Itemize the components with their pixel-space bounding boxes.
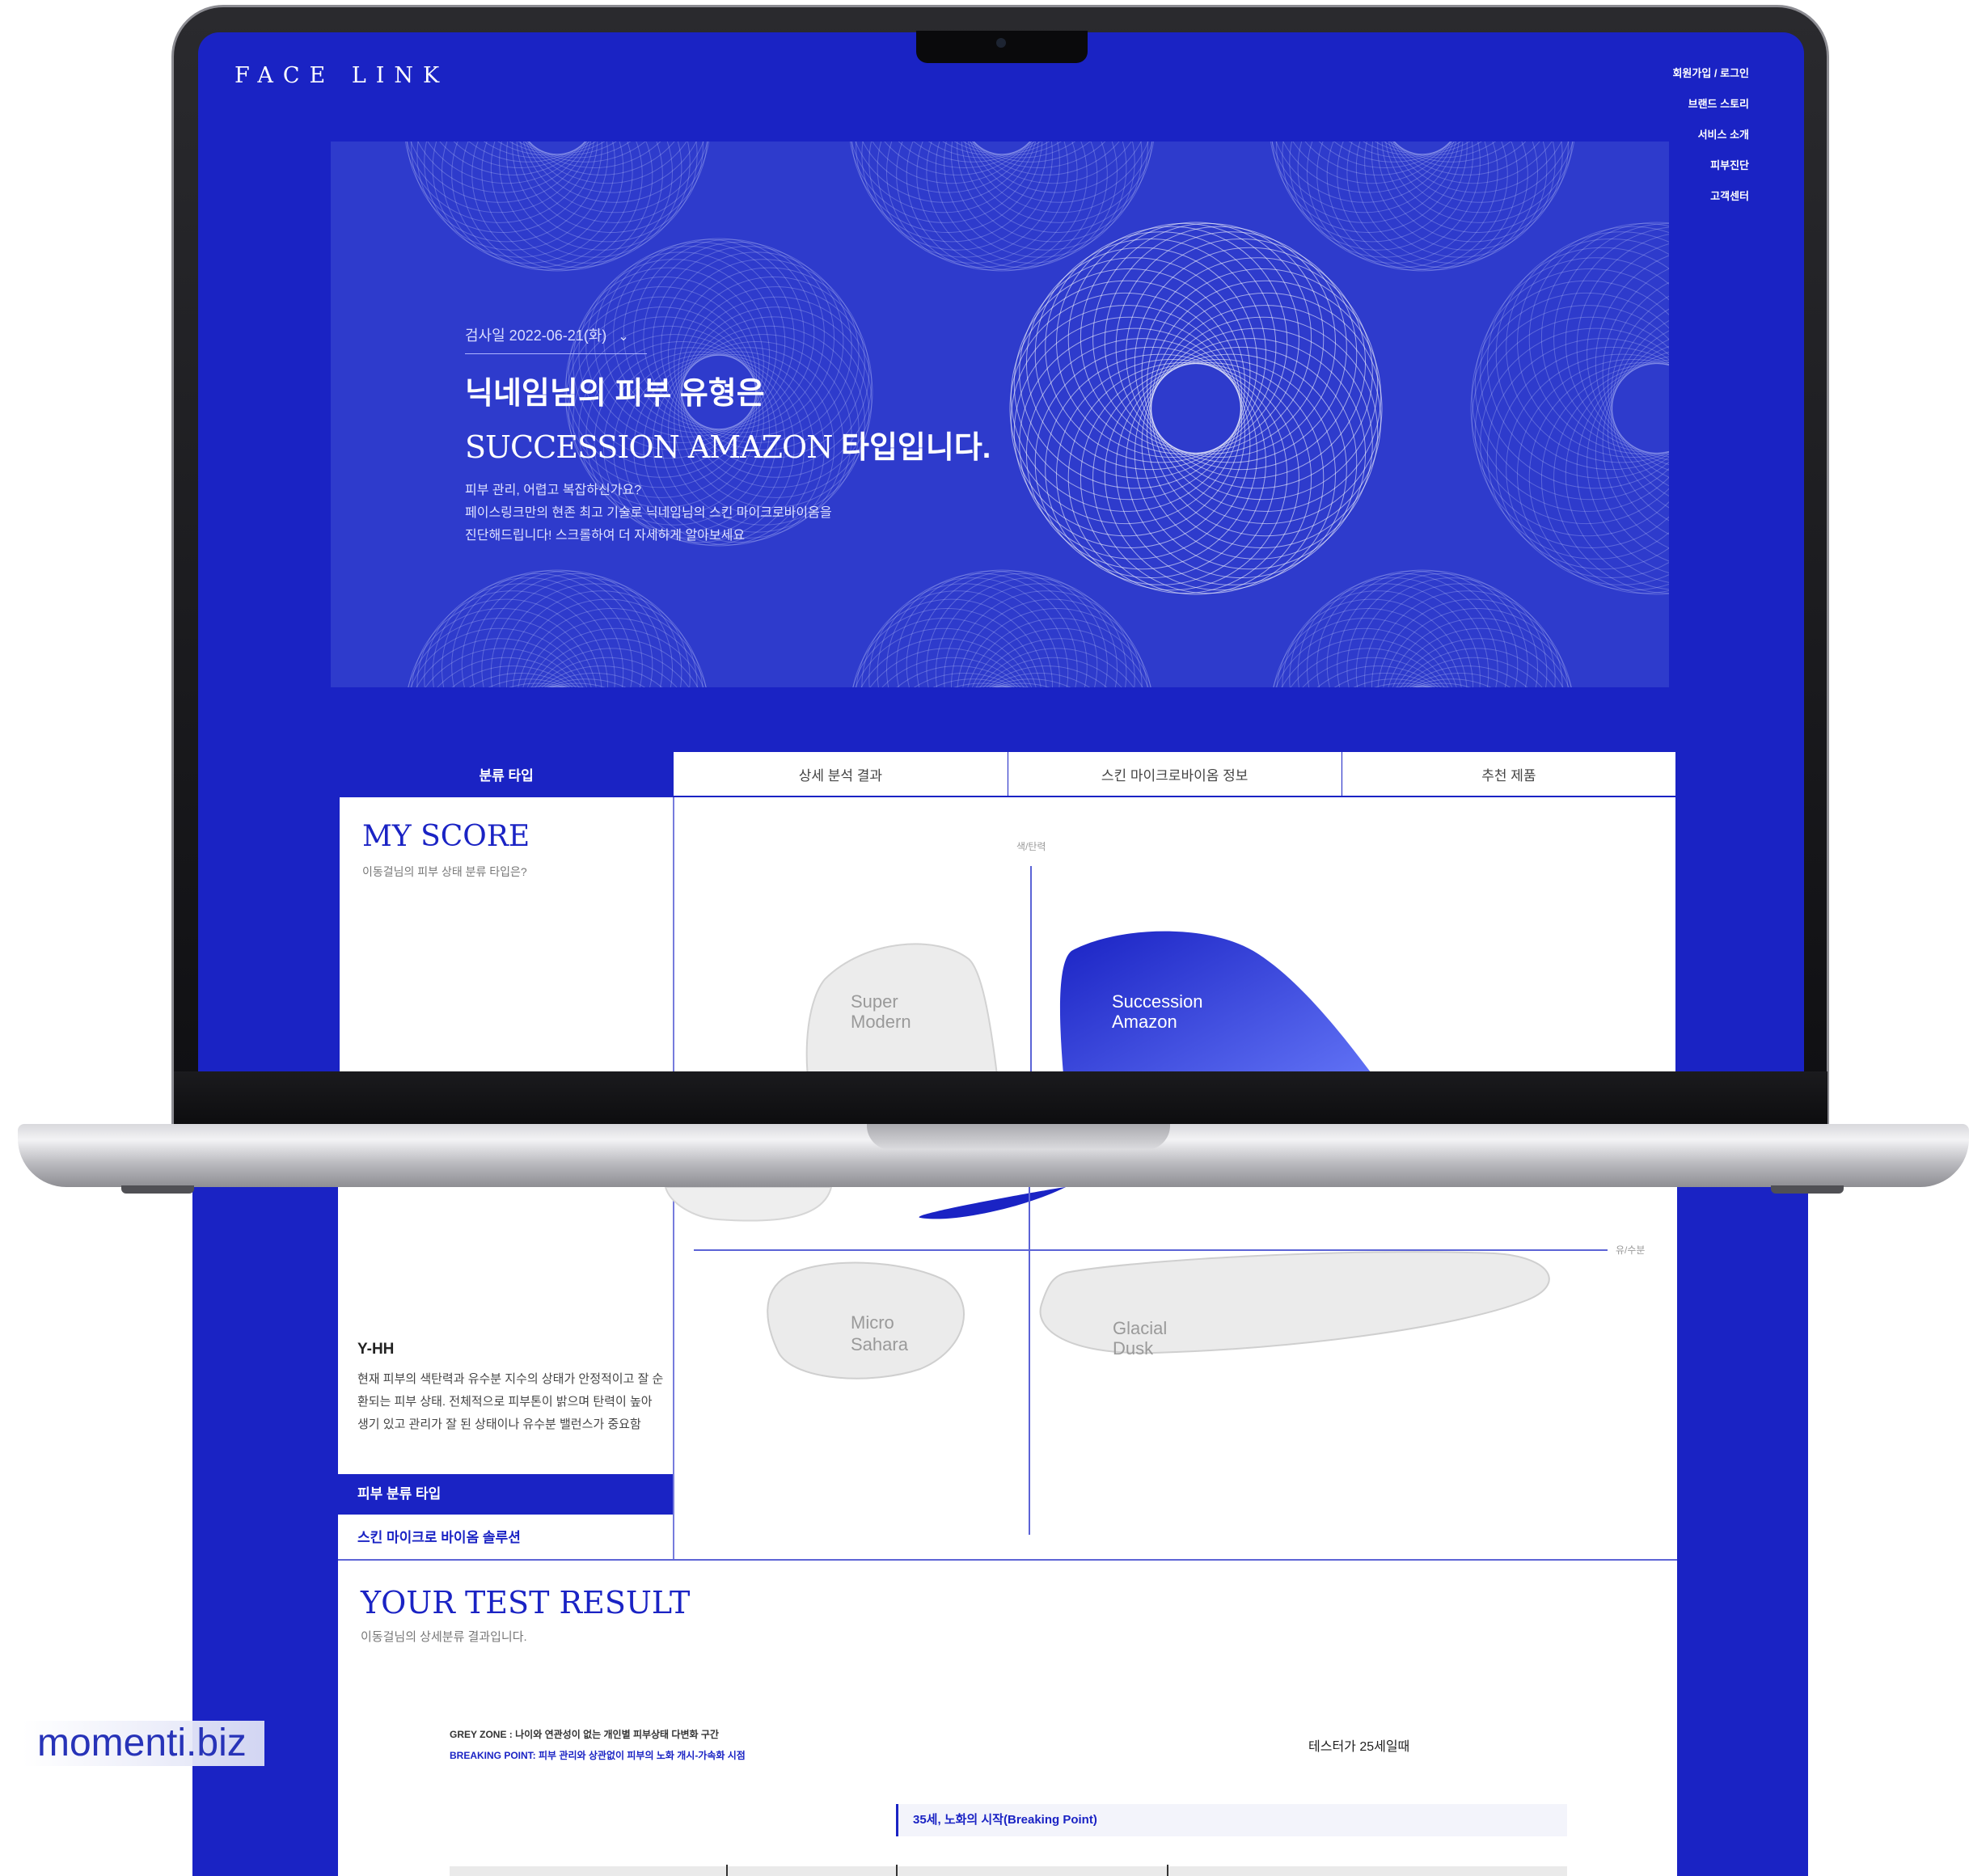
side-menu-skin-type[interactable]: 피부 분류 타입 xyxy=(338,1474,673,1515)
timeline-tick xyxy=(726,1865,728,1876)
super-modern-blob-bottom xyxy=(664,1187,833,1222)
tab-bar: 분류 타입 상세 분석 결과 스킨 마이크로바이옴 정보 추천 제품 xyxy=(338,750,1677,797)
tab-detailed-analysis[interactable]: 상세 분석 결과 xyxy=(674,752,1008,796)
chevron-down-icon: ⌄ xyxy=(618,330,629,344)
spirograph-ring xyxy=(1273,569,1572,687)
timeline-tick xyxy=(1167,1865,1168,1876)
top-navigation: 회원가입 / 로그인 브랜드 스토리 서비스 소개 피부진단 고객센터 xyxy=(1672,65,1749,218)
spirograph-ring xyxy=(1270,142,1575,272)
x-axis-label: 유/수분 xyxy=(1616,1244,1645,1256)
age-timeline-bar xyxy=(450,1866,1567,1876)
spirograph-ring xyxy=(1470,222,1669,595)
spirograph-ring xyxy=(408,569,707,687)
laptop-foot xyxy=(121,1185,194,1194)
nav-customer-center[interactable]: 고객센터 xyxy=(1672,188,1749,203)
score-area: MY SCORE 이동걸님의 피부 상태 분류 타입은? 색/탄력 Super M… xyxy=(338,797,1677,1071)
section-divider xyxy=(338,1559,1677,1561)
watermark: momenti.biz xyxy=(23,1721,264,1766)
tab-recommended-products[interactable]: 추천 제품 xyxy=(1342,752,1675,796)
stage: 유/수분 Micro Sahara Glacial Dusk Y-HH 현재 피부의… xyxy=(0,0,1969,1876)
laptop-base xyxy=(18,1124,1969,1187)
timeline-tick xyxy=(896,1865,898,1876)
spirograph-ring xyxy=(1009,222,1383,595)
camera-notch xyxy=(916,31,1088,63)
nav-signup-login[interactable]: 회원가입 / 로그인 xyxy=(1672,65,1749,80)
laptop-opening-notch xyxy=(867,1124,1170,1150)
succession-amazon-blob-bottom xyxy=(919,1187,1066,1219)
breaking-point-bar: 35세, 노화의 시작(Breaking Point) xyxy=(896,1804,1567,1836)
tab-classification-type[interactable]: 분류 타입 xyxy=(340,752,674,796)
type-code: Y-HH xyxy=(357,1341,395,1358)
hero-title-suffix: 타입입니다. xyxy=(832,431,991,465)
type-description: 현재 피부의 색탄력과 유수분 지수의 상태가 안정적이고 잘 순환되는 피부 … xyxy=(357,1372,664,1431)
facelink-logo[interactable]: FACE LINK xyxy=(235,63,449,88)
content-panel: 분류 타입 상세 분석 결과 스킨 마이크로바이옴 정보 추천 제품 MY SC… xyxy=(338,750,1677,1071)
hero-desc-line: 페이스링크만의 현존 최고 기술로 닉네임님의 스킨 마이크로바이옴을 xyxy=(465,506,832,520)
test-result-subtitle: 이동걸님의 상세분류 결과입니다. xyxy=(361,1630,527,1644)
tab-microbiome-info[interactable]: 스킨 마이크로바이옴 정보 xyxy=(1008,752,1342,796)
hero-title-type: SUCCESSION AMAZON xyxy=(465,429,833,465)
hero-title-line1: 닉네임님의 피부 유형은 xyxy=(465,377,765,411)
camera-icon xyxy=(996,38,1006,48)
laptop-screen: FACE LINK 회원가입 / 로그인 브랜드 스토리 서비스 소개 피부진단… xyxy=(198,32,1804,1071)
hero-description: 피부 관리, 어렵고 복잡하신가요? 페이스링크만의 현존 최고 기술로 닉네임… xyxy=(465,480,832,547)
laptop-hinge xyxy=(174,1071,1827,1128)
hero-banner: 검사일 2022-06-21(화) ⌄ 닉네임님의 피부 유형은 SUCCESSI… xyxy=(331,142,1669,687)
exam-date-select[interactable]: 검사일 2022-06-21(화) ⌄ xyxy=(465,324,647,354)
age-note: 테스터가 25세일때 xyxy=(1308,1740,1410,1754)
nav-service-intro[interactable]: 서비스 소개 xyxy=(1672,126,1749,142)
score-quadrant-chart: Super Modern Succession Amazon xyxy=(805,866,1371,1071)
spirograph-ring xyxy=(852,569,1151,687)
content-panel-lower: 유/수분 Micro Sahara Glacial Dusk Y-HH 현재 피부의… xyxy=(338,1187,1677,1876)
hero-title: 닉네임님의 피부 유형은 SUCCESSION AMAZON 타입입니다. xyxy=(465,368,991,467)
nav-brand-story[interactable]: 브랜드 스토리 xyxy=(1672,95,1749,111)
test-result-title: YOUR TEST RESULT xyxy=(361,1585,691,1620)
spirograph-ring xyxy=(404,142,710,272)
breaking-point-note: BREAKING POINT: 피부 관리와 상관없이 피부의 노화 개시-가속… xyxy=(450,1750,746,1761)
hero-desc-line: 진단해드립니다! 스크롤하여 더 자세하게 알아보세요 xyxy=(465,529,746,543)
exam-date-label: 검사일 2022-06-21(화) xyxy=(465,327,607,344)
super-modern-blob xyxy=(805,943,998,1071)
side-menu-microbiome-solution[interactable]: 스킨 마이크로 바이옴 솔루션 xyxy=(338,1517,673,1559)
laptop-foot xyxy=(1771,1185,1844,1194)
hero-desc-line: 피부 관리, 어렵고 복잡하신가요? xyxy=(465,484,642,497)
grey-zone-note: GREY ZONE : 나이와 연관성이 없는 개인별 피부상태 다변화 구간 xyxy=(450,1729,719,1740)
spirograph-ring xyxy=(849,142,1155,272)
nav-skin-diagnosis[interactable]: 피부진단 xyxy=(1672,157,1749,172)
